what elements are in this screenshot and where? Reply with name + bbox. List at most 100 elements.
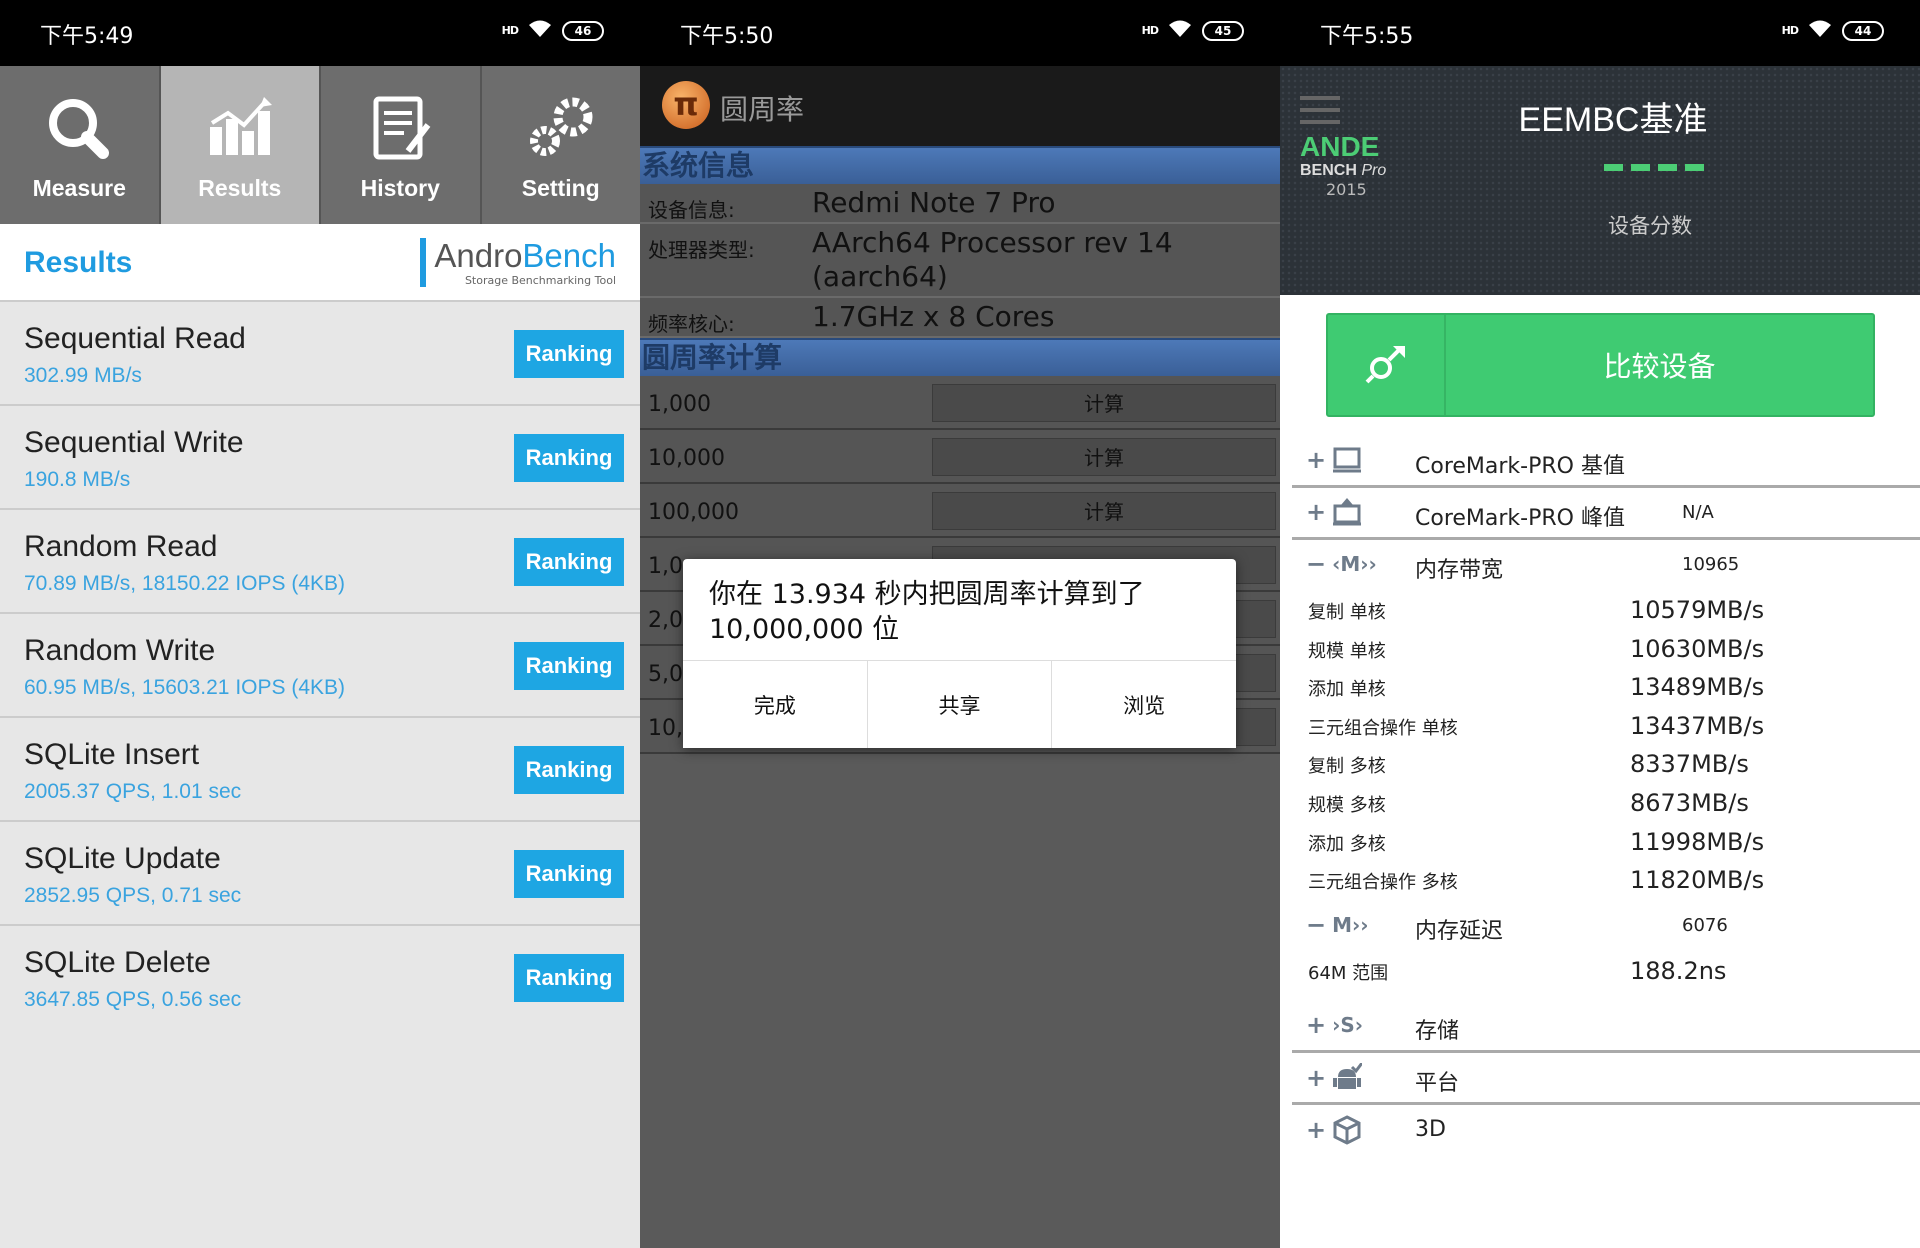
calc-button[interactable]: 计算 bbox=[932, 438, 1276, 476]
result-row-sqlite-update: SQLite Update 2852.95 QPS, 0.71 sec Rank… bbox=[0, 822, 640, 926]
done-button[interactable]: 完成 bbox=[683, 661, 868, 748]
pi-screen: 下午5:50 HD 45 π 圆周率 系统信息 设备信息: Redmi Note… bbox=[640, 0, 1280, 1248]
result-row-sequential-read: Sequential Read 302.99 MB/s Ranking bbox=[0, 302, 640, 406]
wifi-icon bbox=[528, 20, 552, 41]
tab-history[interactable]: History bbox=[321, 66, 482, 224]
result-value: 2005.37 QPS, 1.01 sec bbox=[24, 780, 242, 803]
status-bar: 下午5:49 HD 46 bbox=[0, 0, 640, 66]
results-header: Results AndroBench Storage Benchmarking … bbox=[0, 224, 640, 302]
result-dialog: 你在 13.934 秒内把圆周率计算到了 10,000,000 位 完成 共享 … bbox=[683, 559, 1237, 748]
result-value: 2852.95 QPS, 0.71 sec bbox=[24, 884, 242, 907]
ranking-button[interactable]: Ranking bbox=[514, 746, 624, 794]
result-name: SQLite Update bbox=[24, 842, 221, 875]
result-name: Random Read bbox=[24, 530, 218, 563]
section-coremark-peak[interactable]: + CoreMark-PRO 峰值 N/A bbox=[1292, 488, 1920, 540]
pi-logo-icon: π bbox=[662, 81, 710, 129]
status-time: 下午5:49 bbox=[40, 24, 134, 49]
result-name: SQLite Insert bbox=[24, 738, 200, 771]
result-name: SQLite Delete bbox=[24, 946, 211, 979]
section-storage[interactable]: + ›S› 存储 bbox=[1292, 1001, 1920, 1054]
signal-icon: HD bbox=[1781, 24, 1799, 37]
result-value: 190.8 MB/s bbox=[24, 468, 131, 491]
share-button[interactable]: 共享 bbox=[867, 661, 1053, 748]
compare-devices-button[interactable]: 比较设备 bbox=[1326, 313, 1875, 417]
info-row-device: 设备信息: Redmi Note 7 Pro bbox=[640, 184, 1280, 224]
results-list: + CoreMark-PRO 基值 + CoreMark-PRO 峰值 N/A … bbox=[1292, 436, 1920, 1157]
status-time: 下午5:55 bbox=[1320, 24, 1414, 49]
sub-result-row: 添加 单核 13489MB/s bbox=[1308, 673, 1765, 702]
result-name: Sequential Write bbox=[24, 426, 244, 459]
status-bar: 下午5:50 HD 45 bbox=[640, 0, 1280, 66]
cube-icon bbox=[1333, 1115, 1361, 1146]
info-row-processor: 处理器类型: AArch64 Processor rev 14 (aarch64… bbox=[640, 224, 1280, 298]
tab-results[interactable]: Results bbox=[160, 66, 321, 224]
section-3d[interactable]: + 3D bbox=[1292, 1105, 1920, 1157]
sub-result-row: 64M 范围 188.2ns bbox=[1308, 956, 1727, 985]
battery-icon: 46 bbox=[562, 20, 604, 41]
search-icon bbox=[49, 99, 110, 159]
android-icon bbox=[1333, 1063, 1363, 1090]
calc-button[interactable]: 计算 bbox=[932, 384, 1276, 422]
clipboard-icon bbox=[373, 96, 431, 160]
andebench-screen: 下午5:55 HD 44 ANDE BENCH Pro 2015 EEMBC基准… bbox=[1280, 0, 1920, 1248]
gear-icon bbox=[529, 97, 593, 156]
battery-icon: 44 bbox=[1842, 20, 1884, 41]
result-row-sqlite-delete: SQLite Delete 3647.85 QPS, 0.56 sec Rank… bbox=[0, 926, 640, 1030]
wifi-icon bbox=[1168, 20, 1192, 41]
signal-icon: HD bbox=[501, 24, 519, 37]
monitor-up-icon bbox=[1333, 498, 1362, 526]
tab-setting[interactable]: Setting bbox=[482, 66, 641, 224]
ranking-button[interactable]: Ranking bbox=[514, 954, 624, 1002]
sub-result-row: 复制 单核 10579MB/s bbox=[1308, 596, 1765, 624]
tab-measure[interactable]: Measure bbox=[0, 66, 161, 224]
calc-row: 1,000 计算 bbox=[640, 376, 1280, 430]
score-label: 设备分数 bbox=[1608, 214, 1692, 238]
ranking-button[interactable]: Ranking bbox=[514, 434, 624, 482]
main-tabs: Measure Results History Setting bbox=[0, 66, 640, 224]
app-title: 圆周率 bbox=[720, 93, 805, 126]
app-bar: π 圆周率 bbox=[640, 66, 1280, 146]
sub-result-row: 复制 多核 8337MB/s bbox=[1308, 750, 1749, 779]
storage-icon: ›S› bbox=[1332, 1013, 1364, 1038]
result-value: 70.89 MB/s, 18150.22 IOPS (4KB) bbox=[24, 572, 346, 595]
calc-button[interactable]: 计算 bbox=[932, 492, 1276, 530]
info-row-frequency: 频率核心: 1.7GHz x 8 Cores bbox=[640, 298, 1280, 338]
ranking-button[interactable]: Ranking bbox=[514, 330, 624, 378]
result-row-random-write: Random Write 60.95 MB/s, 15603.21 IOPS (… bbox=[0, 614, 640, 718]
ranking-button[interactable]: Ranking bbox=[514, 538, 624, 586]
section-coremark-base[interactable]: + CoreMark-PRO 基值 bbox=[1292, 436, 1920, 488]
section-header-calc: 圆周率计算 bbox=[640, 338, 1280, 376]
ranking-button[interactable]: Ranking bbox=[514, 850, 624, 898]
benchmark-title: EEMBC基准 bbox=[1518, 101, 1708, 139]
results-list: Sequential Read 302.99 MB/s Ranking Sequ… bbox=[0, 302, 640, 1030]
memory-latency-icon: M›› bbox=[1332, 912, 1369, 937]
calc-row: 100,000 计算 bbox=[640, 484, 1280, 538]
signal-icon: HD bbox=[1141, 24, 1159, 37]
result-row-sequential-write: Sequential Write 190.8 MB/s Ranking bbox=[0, 406, 640, 510]
page-title: Results bbox=[24, 246, 133, 279]
browse-button[interactable]: 浏览 bbox=[1052, 661, 1237, 748]
score-placeholder bbox=[1604, 164, 1704, 171]
sub-result-row: 添加 多核 11998MB/s bbox=[1308, 827, 1765, 856]
androbench-screen: 下午5:49 HD 46 Measure Results History Set… bbox=[0, 0, 640, 1248]
status-bar: 下午5:55 HD 44 bbox=[1280, 0, 1920, 66]
monitor-icon bbox=[1333, 447, 1362, 473]
ranking-button[interactable]: Ranking bbox=[514, 642, 624, 690]
result-value: 302.99 MB/s bbox=[24, 364, 142, 387]
result-row-random-read: Random Read 70.89 MB/s, 18150.22 IOPS (4… bbox=[0, 510, 640, 614]
section-platform[interactable]: + 平台 bbox=[1292, 1053, 1920, 1106]
result-value: 60.95 MB/s, 15603.21 IOPS (4KB) bbox=[24, 676, 346, 699]
battery-icon: 45 bbox=[1202, 20, 1244, 41]
sub-result-row: 三元组合操作 多核 11820MB/s bbox=[1308, 866, 1765, 895]
score-header: ANDE BENCH Pro 2015 EEMBC基准 设备分数 bbox=[1280, 66, 1920, 295]
sub-result-row: 三元组合操作 单核 13437MB/s bbox=[1308, 711, 1765, 740]
memory-icon: ‹M›› bbox=[1332, 552, 1377, 576]
calc-row: 10,000 计算 bbox=[640, 430, 1280, 484]
section-memory-latency[interactable]: − M›› 内存延迟 6076 bbox=[1292, 901, 1920, 953]
result-name: Sequential Read bbox=[24, 322, 246, 355]
sub-result-row: 规模 多核 8673MB/s bbox=[1308, 788, 1749, 817]
section-header-system: 系统信息 bbox=[640, 146, 1280, 184]
result-name: Random Write bbox=[24, 634, 216, 667]
section-memory-bandwidth[interactable]: − ‹M›› 内存带宽 10965 bbox=[1292, 540, 1920, 592]
result-value: 3647.85 QPS, 0.56 sec bbox=[24, 988, 242, 1011]
